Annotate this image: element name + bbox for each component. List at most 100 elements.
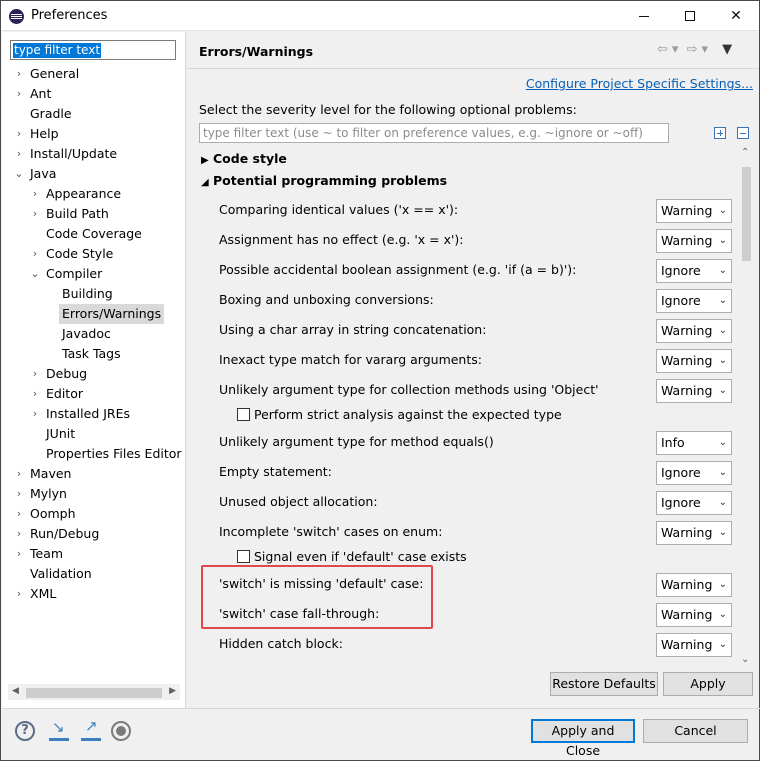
tree-item-xml[interactable]: › XML <box>14 584 57 604</box>
chevron-down-icon[interactable]: ⌄ <box>14 164 24 184</box>
chevron-right-icon[interactable]: › <box>14 504 24 524</box>
expand-all-icon[interactable] <box>714 127 726 139</box>
scrollbar-thumb[interactable] <box>742 167 751 261</box>
tree-item-team[interactable]: › Team <box>14 544 63 564</box>
tree-item-junit[interactable]: JUnit <box>30 424 75 444</box>
tree-item-task-tags[interactable]: Task Tags <box>62 344 121 364</box>
severity-select[interactable]: Warning ⌄ <box>656 199 732 223</box>
tree-item-debug[interactable]: › Debug <box>30 364 87 384</box>
chevron-right-icon[interactable]: › <box>30 404 40 424</box>
scroll-up-icon[interactable]: ⌃ <box>741 147 749 158</box>
severity-select[interactable]: Warning ⌄ <box>656 379 732 403</box>
severity-select[interactable]: Warning ⌄ <box>656 573 732 597</box>
severity-select[interactable]: Ignore ⌄ <box>656 491 732 515</box>
severity-select[interactable]: Warning ⌄ <box>656 603 732 627</box>
maximize-button[interactable] <box>667 1 713 31</box>
chevron-right-icon[interactable]: › <box>30 204 40 224</box>
tree-item-help[interactable]: › Help <box>14 124 59 144</box>
option-label: Possible accidental boolean assignment (… <box>219 262 577 277</box>
scroll-right-icon[interactable]: ▶ <box>169 686 176 696</box>
tree-item-code-style[interactable]: › Code Style <box>30 244 114 264</box>
chevron-right-icon[interactable]: › <box>30 384 40 404</box>
severity-select[interactable]: Info ⌄ <box>656 431 732 455</box>
minimize-button[interactable] <box>621 1 667 31</box>
chevron-right-icon[interactable]: › <box>14 64 24 84</box>
collapse-all-icon[interactable] <box>737 127 749 139</box>
tree-item-install-update[interactable]: › Install/Update <box>14 144 117 164</box>
tree-item-general[interactable]: › General <box>14 64 79 84</box>
chevron-down-icon: ⌄ <box>718 205 727 216</box>
chevron-right-icon[interactable]: › <box>14 484 24 504</box>
close-button[interactable]: ✕ <box>713 1 759 31</box>
tree-item-java[interactable]: ⌄ Java <box>14 164 56 184</box>
tree-item-installed-jres[interactable]: › Installed JREs <box>30 404 130 424</box>
strict-analysis-checkbox-row[interactable]: Perform strict analysis against the expe… <box>237 405 562 425</box>
chevron-right-icon[interactable]: › <box>30 244 40 264</box>
chevron-right-icon[interactable]: › <box>14 124 24 144</box>
tree-item-run-debug[interactable]: › Run/Debug <box>14 524 100 544</box>
tree-item-oomph[interactable]: › Oomph <box>14 504 76 524</box>
severity-select[interactable]: Warning ⌄ <box>656 319 732 343</box>
chevron-right-icon[interactable]: › <box>30 184 40 204</box>
tree-item-compiler[interactable]: ⌄ Compiler <box>30 264 102 284</box>
section-code-style[interactable]: ▶ Code style <box>201 149 287 169</box>
forward-arrow-icon[interactable]: ⇨ <box>687 42 698 57</box>
restore-defaults-button[interactable]: Restore Defaults <box>550 672 658 696</box>
tree-filter-input[interactable]: type filter text <box>10 40 176 60</box>
help-icon[interactable]: ? <box>15 721 35 741</box>
severity-filter-input[interactable]: type filter text (use ~ to filter on pre… <box>199 123 669 143</box>
severity-select[interactable]: Ignore ⌄ <box>656 289 732 313</box>
option-row: Hidden catch block: Warning ⌄ <box>219 633 739 657</box>
tree-item-gradle[interactable]: Gradle <box>14 104 72 124</box>
triangle-right-icon[interactable]: ▶ <box>201 151 213 171</box>
severity-select[interactable]: Ignore ⌄ <box>656 461 732 485</box>
chevron-right-icon[interactable]: › <box>30 364 40 384</box>
tree-item-maven[interactable]: › Maven <box>14 464 72 484</box>
tree-item-errors-warnings[interactable]: Errors/Warnings <box>59 304 165 324</box>
chevron-right-icon[interactable]: › <box>14 144 24 164</box>
section-potential-problems[interactable]: ◢ Potential programming problems <box>201 171 447 191</box>
chevron-right-icon[interactable]: › <box>14 464 24 484</box>
option-row: Unlikely argument type for collection me… <box>219 379 739 403</box>
severity-select[interactable]: Warning ⌄ <box>656 229 732 253</box>
scrollbar-thumb[interactable] <box>26 688 162 698</box>
tree-item-code-coverage[interactable]: Code Coverage <box>30 224 142 244</box>
back-dropdown-icon[interactable]: ▾ <box>672 42 679 57</box>
tree-item-ant[interactable]: › Ant <box>14 84 52 104</box>
tree-item-mylyn[interactable]: › Mylyn <box>14 484 67 504</box>
severity-select[interactable]: Warning ⌄ <box>656 633 732 657</box>
back-arrow-icon[interactable]: ⇦ <box>657 42 668 57</box>
options-vertical-scrollbar[interactable]: ⌃ ⌄ <box>738 147 755 665</box>
tree-item-building[interactable]: Building <box>62 284 113 304</box>
chevron-right-icon[interactable]: › <box>14 524 24 544</box>
severity-select[interactable]: Warning ⌄ <box>656 521 732 545</box>
chevron-right-icon[interactable]: › <box>14 84 24 104</box>
configure-project-settings-link[interactable]: Configure Project Specific Settings... <box>526 76 753 91</box>
tree-item-appearance[interactable]: › Appearance <box>30 184 121 204</box>
forward-dropdown-icon[interactable]: ▾ <box>701 42 708 57</box>
severity-select[interactable]: Ignore ⌄ <box>656 259 732 283</box>
tree-item-validation[interactable]: Validation <box>14 564 92 584</box>
chevron-right-icon[interactable]: › <box>14 544 24 564</box>
strict-analysis-checkbox[interactable] <box>237 408 250 421</box>
cancel-button[interactable]: Cancel <box>643 719 748 743</box>
tree-horizontal-scrollbar[interactable]: ◀ ▶ <box>8 684 180 700</box>
tree-item-properties-files-editor[interactable]: Properties Files Editor <box>30 444 182 464</box>
scroll-down-icon[interactable]: ⌄ <box>741 654 749 665</box>
tree-item-build-path[interactable]: › Build Path <box>30 204 109 224</box>
import-icon[interactable] <box>49 718 69 741</box>
apply-button[interactable]: Apply <box>663 672 753 696</box>
record-icon[interactable] <box>111 721 131 741</box>
tree-item-javadoc[interactable]: Javadoc <box>62 324 111 344</box>
apply-and-close-button[interactable]: Apply and Close <box>531 719 635 758</box>
severity-select[interactable]: Warning ⌄ <box>656 349 732 373</box>
chevron-down-icon[interactable]: ⌄ <box>30 264 40 284</box>
chevron-right-icon[interactable]: › <box>14 584 24 604</box>
triangle-down-icon[interactable]: ◢ <box>201 173 213 193</box>
signal-default-checkbox[interactable] <box>237 550 250 563</box>
tree-item-editor[interactable]: › Editor <box>30 384 83 404</box>
signal-default-checkbox-row[interactable]: Signal even if 'default' case exists <box>237 547 467 567</box>
export-icon[interactable] <box>81 717 101 741</box>
view-menu-icon[interactable]: ▼ <box>722 42 732 57</box>
scroll-left-icon[interactable]: ◀ <box>12 686 19 696</box>
